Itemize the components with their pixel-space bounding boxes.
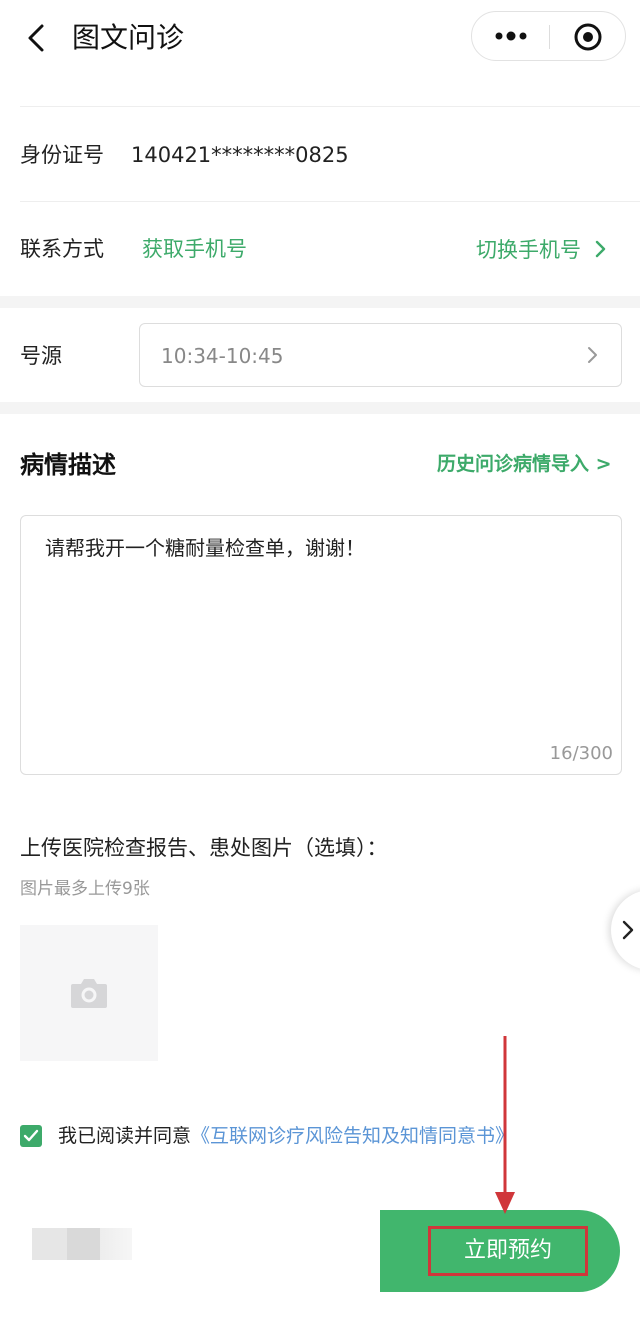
camera-icon [71,979,107,1008]
annotation-arrow-icon [495,1036,515,1214]
time-slot-value: 10:34-10:45 [161,344,284,368]
target-circle-icon [574,23,602,51]
more-button[interactable] [472,12,549,60]
condition-title: 病情描述 [20,451,116,479]
char-counter: 16/300 [549,743,613,764]
schedule-label: 号源 [20,344,62,368]
divider [20,106,640,107]
page-title: 图文问诊 [72,21,185,54]
submit-label: 立即预约 [428,1226,588,1276]
divider [20,201,640,202]
contact-label: 联系方式 [20,237,104,261]
chevron-left-icon [28,24,44,52]
section-gap [0,402,640,414]
back-button[interactable] [18,18,54,58]
get-phone-button[interactable]: 获取手机号 [142,234,247,264]
condition-textarea[interactable]: 请帮我开一个糖耐量检查单，谢谢！ 16/300 [20,515,622,775]
condition-text: 请帮我开一个糖耐量检查单，谢谢！ [45,536,365,560]
id-value: 140421********0825 [131,143,349,167]
chevron-right-icon [588,347,597,363]
agreement-prefix: 我已阅读并同意 [58,1125,192,1147]
blurred-price-area [32,1228,132,1260]
switch-phone-button[interactable]: 切换手机号 [476,234,607,264]
section-gap [0,296,640,308]
chevron-right-icon [595,240,606,258]
chevron-right-icon [622,920,634,940]
upload-image-button[interactable] [20,925,158,1061]
side-expand-tab[interactable] [611,890,640,970]
close-button[interactable] [550,12,626,60]
upload-title: 上传医院检查报告、患处图片（选填）： [20,836,388,860]
submit-button[interactable]: 立即预约 [380,1210,620,1292]
id-label: 身份证号 [20,143,104,167]
history-import-link[interactable]: 历史问诊病情导入 > [437,449,612,479]
more-dots-icon [495,31,527,41]
agreement-checkbox[interactable] [20,1125,42,1147]
agreement-link[interactable]: 《互联网诊疗风险告知及知情同意书》 [191,1125,514,1147]
upload-hint: 图片最多上传9张 [20,879,150,899]
agreement-text: 我已阅读并同意《互联网诊疗风险告知及知情同意书》 [58,1122,514,1150]
time-slot-select[interactable]: 10:34-10:45 [139,323,622,387]
switch-phone-label: 切换手机号 [476,238,581,262]
checkmark-icon [23,1129,39,1142]
nav-bar: 图文问诊 [0,0,640,76]
mini-program-capsule [471,11,626,61]
